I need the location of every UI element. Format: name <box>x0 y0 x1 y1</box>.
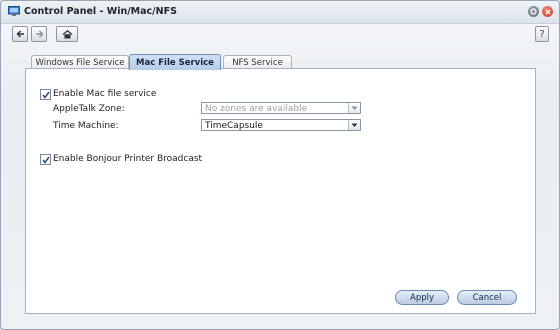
arrow-right-icon <box>35 30 44 38</box>
help-button[interactable]: ? <box>535 26 549 42</box>
time-machine-label: Time Machine: <box>53 121 119 131</box>
cancel-button[interactable]: Cancel <box>457 290 517 305</box>
forward-button[interactable] <box>31 26 47 42</box>
home-button[interactable] <box>56 26 78 42</box>
toolbar: ? <box>1 24 559 44</box>
chevron-down-icon <box>348 103 360 113</box>
checkmark-icon <box>41 156 50 164</box>
tab-windows-file-service[interactable]: Windows File Service <box>31 55 129 69</box>
back-button[interactable] <box>12 26 28 42</box>
time-machine-select[interactable]: TimeCapsule <box>201 119 361 131</box>
appletalk-zone-select[interactable]: No zones are available <box>201 102 361 114</box>
enable-bonjour-printer-broadcast-checkbox[interactable] <box>40 154 51 165</box>
appletalk-zone-label: AppleTalk Zone: <box>53 104 125 114</box>
enable-bonjour-printer-broadcast-label: Enable Bonjour Printer Broadcast <box>53 154 203 164</box>
appletalk-zone-value: No zones are available <box>205 104 308 114</box>
control-panel-window: Control Panel - Win/Mac/NFS ? Windows Fi… <box>0 0 560 330</box>
enable-mac-file-service-label: Enable Mac file service <box>53 89 157 99</box>
checkmark-icon <box>41 91 50 99</box>
apply-button[interactable]: Apply <box>395 290 449 305</box>
home-icon <box>62 29 72 38</box>
window-title: Control Panel - Win/Mac/NFS <box>24 6 177 17</box>
lifebuoy-icon <box>530 8 537 15</box>
close-x-icon <box>545 9 550 14</box>
close-icon[interactable] <box>542 6 553 17</box>
title-bar: Control Panel - Win/Mac/NFS <box>1 1 559 24</box>
arrow-left-icon <box>15 30 24 38</box>
time-machine-value: TimeCapsule <box>205 121 263 131</box>
window-help-icon[interactable] <box>528 6 539 17</box>
chevron-down-icon <box>348 120 360 130</box>
enable-mac-file-service-checkbox[interactable] <box>40 89 51 100</box>
tab-mac-file-service[interactable]: Mac File Service <box>129 54 221 70</box>
tab-nfs-service[interactable]: NFS Service <box>223 55 292 69</box>
control-panel-icon <box>8 6 20 16</box>
